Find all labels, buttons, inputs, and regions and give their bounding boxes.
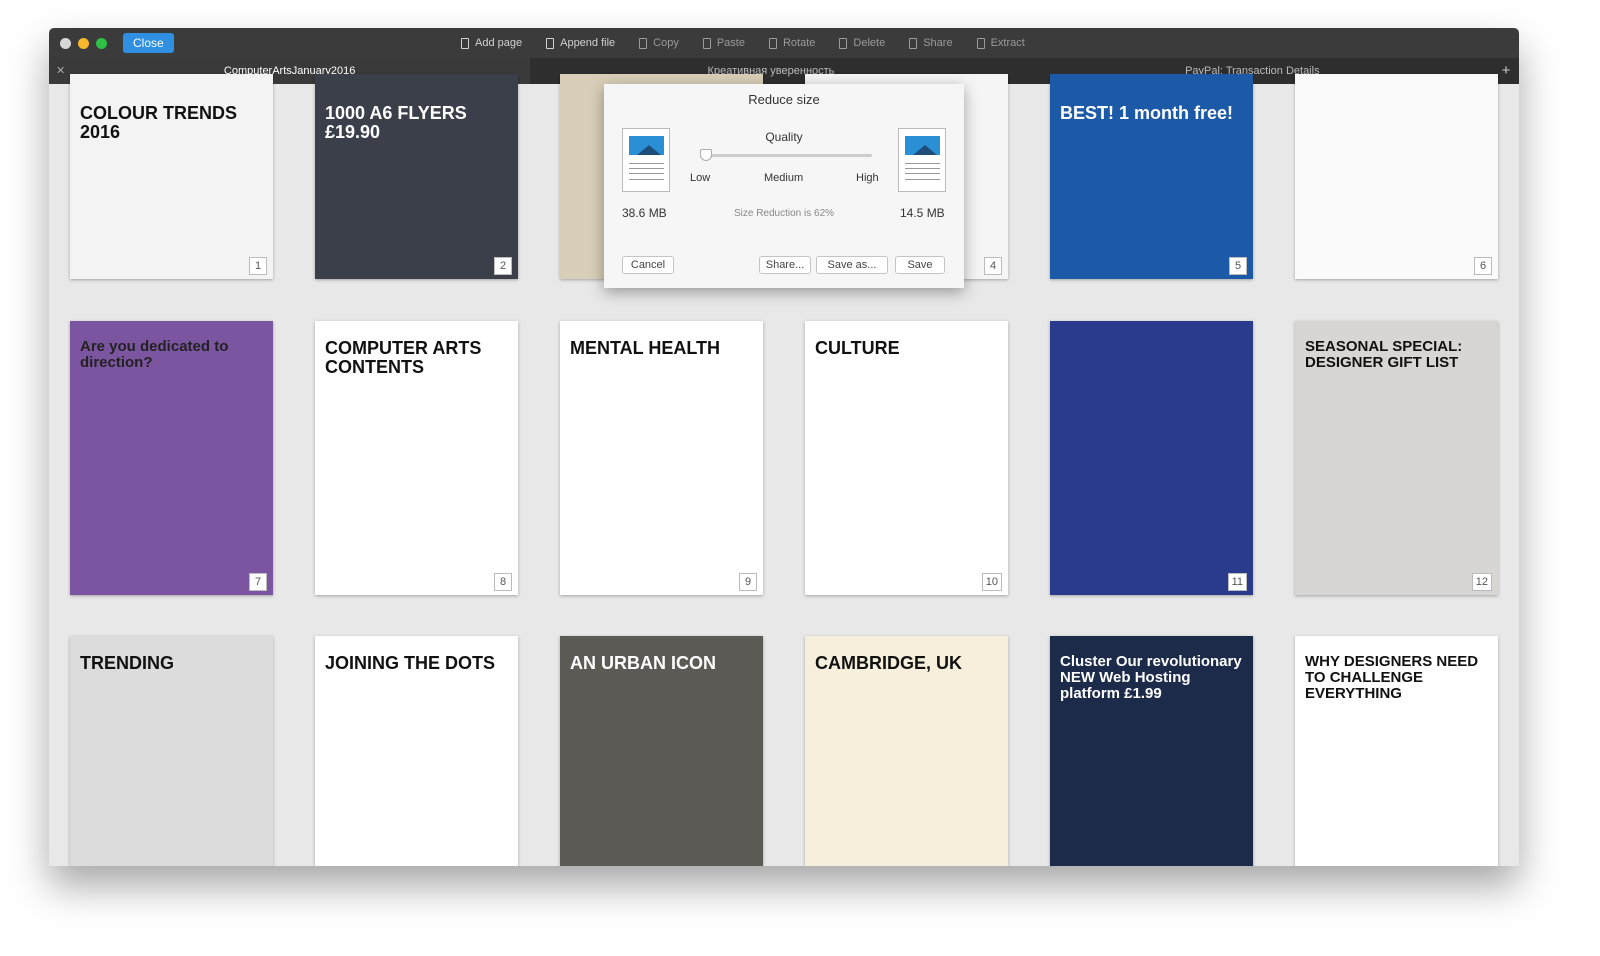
page-thumbnail[interactable]: BEST! 1 month free! 5 [1050, 74, 1253, 279]
toolbar-share-button[interactable]: Share [909, 37, 953, 49]
page-thumbnail[interactable]: CAMBRIDGE, UK [805, 636, 1008, 866]
page-headline: COLOUR TRENDS 2016 [80, 103, 237, 142]
toolbar-add-page-button[interactable]: Add page [461, 37, 522, 49]
page-headline: SEASONAL SPECIAL: DESIGNER GIFT LIST [1305, 338, 1463, 371]
delete-icon [839, 37, 848, 49]
page-headline: TRENDING [80, 653, 174, 673]
quality-medium-label: Medium [764, 172, 804, 184]
quality-label: Quality [765, 130, 803, 144]
toolbar-label: Append file [560, 37, 616, 49]
toolbar-actions: Add page Append file Copy Paste Rotate Delete… [461, 28, 1025, 58]
share-icon [909, 37, 918, 49]
toolbar-label: Extract [990, 37, 1025, 49]
minimize-window-button[interactable] [78, 38, 89, 49]
close-button[interactable]: Close [123, 33, 174, 53]
page-thumbnail[interactable]: 11 [1050, 321, 1253, 595]
page-headline: JOINING THE DOTS [325, 653, 496, 673]
page-thumbnail[interactable]: WHY DESIGNERS NEED TO CHALLENGE EVERYTHI… [1295, 636, 1498, 866]
toolbar-rotate-button[interactable]: Rotate [768, 37, 816, 49]
page-headline: Are you dedicated to direction? [80, 338, 229, 371]
page-headline: WHY DESIGNERS NEED TO CHALLENGE EVERYTHI… [1305, 653, 1479, 702]
page-headline: COMPUTER ARTS CONTENTS [325, 338, 482, 377]
save-as-button[interactable]: Save as... [816, 256, 888, 274]
page-number: 6 [1474, 257, 1492, 275]
page-thumbnail[interactable]: MENTAL HEALTH 9 [560, 321, 763, 595]
page-thumbnail[interactable]: 1000 A6 FLYERS £19.90 2 [315, 74, 518, 279]
reduce-size-dialog: Reduce size Quality Low Medium High 38.6… [604, 84, 964, 288]
page-headline: CULTURE [815, 338, 900, 358]
page-headline: MENTAL HEALTH [570, 338, 720, 358]
cancel-button[interactable]: Cancel [622, 256, 674, 274]
toolbar-label: Rotate [782, 37, 816, 49]
zoom-window-button[interactable] [96, 38, 107, 49]
page-thumbnail[interactable]: TRENDING [70, 636, 273, 866]
close-tab-icon[interactable]: ✕ [56, 58, 65, 84]
page-number: 11 [1227, 573, 1247, 591]
page-thumbnail[interactable]: CULTURE 10 [805, 321, 1008, 595]
save-button[interactable]: Save [895, 256, 945, 274]
page-thumbnail[interactable]: COMPUTER ARTS CONTENTS 8 [315, 321, 518, 595]
page-number: 8 [494, 573, 512, 591]
page-thumbnail[interactable]: AN URBAN ICON [560, 636, 763, 866]
toolbar: Close Add page Append file Copy Paste Rotate… [49, 28, 1519, 58]
page-thumbnail[interactable]: SEASONAL SPECIAL: DESIGNER GIFT LIST 12 [1295, 321, 1498, 595]
page-number: 2 [494, 257, 512, 275]
quality-high-label: High [856, 172, 879, 184]
page-number: 12 [1471, 573, 1492, 591]
page-thumbnail[interactable]: Are you dedicated to direction? 7 [70, 321, 273, 595]
toolbar-label: Add page [475, 37, 523, 49]
new-size: 14.5 MB [900, 206, 945, 220]
page-thumbnail[interactable]: COLOUR TRENDS 2016 1 [70, 74, 273, 279]
toolbar-label: Copy [653, 37, 679, 49]
page-number: 10 [981, 573, 1002, 591]
page-thumbnail[interactable]: Cluster Our revolutionary NEW Web Hostin… [1050, 636, 1253, 866]
page-headline: CAMBRIDGE, UK [815, 653, 962, 673]
append-file-icon [546, 37, 555, 49]
extract-icon [976, 37, 985, 49]
page-number: 5 [1229, 257, 1247, 275]
dialog-title: Reduce size [748, 92, 820, 107]
toolbar-extract-button[interactable]: Extract [976, 37, 1025, 49]
toolbar-paste-button[interactable]: Paste [702, 37, 745, 49]
page-headline: AN URBAN ICON [570, 653, 716, 673]
share-button[interactable]: Share... [759, 256, 811, 274]
page-headline: 1000 A6 FLYERS £19.90 [325, 103, 467, 142]
add-page-icon [461, 37, 469, 49]
page-thumbnail[interactable]: 6 [1295, 74, 1498, 279]
close-window-button[interactable] [60, 38, 71, 49]
toolbar-label: Delete [853, 37, 886, 49]
toolbar-delete-button[interactable]: Delete [839, 37, 885, 49]
toolbar-label: Paste [716, 37, 745, 49]
page-number: 1 [249, 257, 267, 275]
page-number: 4 [984, 257, 1002, 275]
page-thumbnail[interactable]: JOINING THE DOTS [315, 636, 518, 866]
app-window: Close Add page Append file Copy Paste Rotate… [49, 28, 1519, 866]
toolbar-copy-button[interactable]: Copy [639, 37, 679, 49]
paste-icon [702, 37, 711, 49]
page-number: 7 [249, 573, 267, 591]
quality-low-label: Low [690, 172, 711, 184]
toolbar-append-file-button[interactable]: Append file [546, 37, 615, 49]
page-number: 9 [739, 573, 757, 591]
copy-icon [639, 37, 648, 49]
toolbar-label: Share [923, 37, 953, 49]
quality-slider[interactable] [700, 149, 872, 161]
rotate-icon [768, 37, 777, 49]
page-headline: BEST! 1 month free! [1060, 103, 1234, 123]
page-headline: Cluster Our revolutionary NEW Web Hostin… [1060, 653, 1242, 702]
slider-thumb[interactable] [700, 149, 712, 161]
